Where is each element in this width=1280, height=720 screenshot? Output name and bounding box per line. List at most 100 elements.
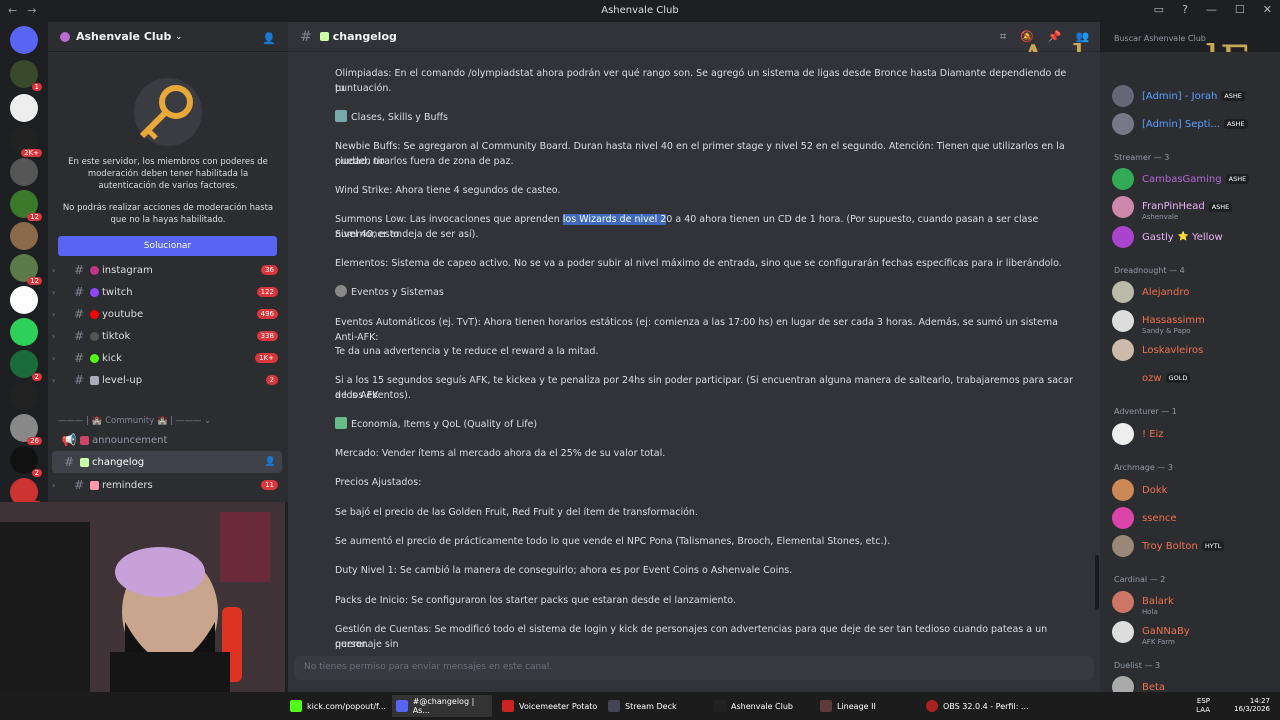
add-member-icon[interactable]: 👤: [265, 457, 276, 467]
member-item[interactable]: Troy Bolton HYTL: [1112, 533, 1277, 559]
section-heading: Clases, Skills y Buffs: [335, 110, 1075, 125]
stream-deck-icon: [608, 700, 620, 712]
member-item[interactable]: Gastly ⭐ Yellow: [1112, 224, 1277, 250]
help-icon[interactable]: ?: [1182, 3, 1188, 16]
hash-icon: #: [73, 263, 85, 277]
threads-icon[interactable]: ⌗: [1000, 30, 1006, 44]
member-item[interactable]: CambasGaming ASHE: [1112, 166, 1277, 192]
avatar: [1112, 85, 1134, 107]
avatar: [1112, 281, 1134, 303]
channel-level-up[interactable]: › # level-up 2: [52, 369, 282, 391]
server-icon[interactable]: [10, 318, 38, 346]
server-icon[interactable]: 1: [10, 60, 42, 91]
member-item[interactable]: ozw GOLD: [1112, 365, 1277, 391]
star-icon: ⭐: [1177, 232, 1189, 242]
message-line: de los eventos).: [335, 390, 411, 401]
avatar: [1112, 339, 1134, 361]
title-bar: ←→ Ashenvale Club ▭ ? — ☐ ✕: [0, 0, 1280, 22]
avatar: [1112, 310, 1134, 332]
message-line: Elementos: Sistema de capeo activo. No s…: [335, 258, 1062, 269]
channel-name: changelog: [332, 30, 397, 43]
chevron-right-icon: ›: [52, 309, 56, 319]
server-icon[interactable]: 12: [10, 254, 42, 285]
role-group-label: Duelist — 3: [1114, 661, 1161, 670]
mfa-notice-text: En este servidor, los miembros con poder…: [68, 157, 268, 191]
category-community[interactable]: ——— | 🏰 Community 🏰 | ——— ⌄: [58, 416, 211, 426]
message-line: Duty Nivel 1: Se cambió la manera de con…: [335, 565, 793, 576]
server-icon[interactable]: 2: [10, 350, 42, 381]
chevron-right-icon: ›: [52, 331, 56, 341]
key-icon: [134, 78, 202, 146]
chevron-right-icon: ›: [52, 353, 56, 363]
channel-reminders[interactable]: › # reminders 11: [52, 474, 282, 496]
server-header[interactable]: Ashenvale Club ⌄ 👤: [48, 22, 288, 52]
taskbar-item-discord[interactable]: #@changelog | As...: [392, 695, 492, 717]
taskbar-item-obs[interactable]: OBS 32.0.4 - Perfil: ...: [922, 695, 1032, 717]
member-item[interactable]: GaNNaBy AFK Farm: [1112, 619, 1277, 646]
add-member-icon[interactable]: 👤: [262, 32, 276, 45]
maximize-icon[interactable]: ☐: [1235, 3, 1245, 16]
server-icon[interactable]: 2: [10, 446, 42, 477]
channel-youtube[interactable]: › # youtube 496: [52, 303, 282, 325]
server-icon[interactable]: [10, 94, 38, 122]
minimize-icon[interactable]: —: [1206, 3, 1217, 16]
member-list: [Admin] - Jorah ASHE [Admin] Septi... AS…: [1100, 52, 1280, 692]
role-group-label: Streamer — 3: [1114, 153, 1170, 162]
taskbar-item-ashenvale[interactable]: Ashenvale Club: [710, 695, 810, 717]
channel-twitch[interactable]: › # twitch 122: [52, 281, 282, 303]
member-item[interactable]: Alejandro: [1112, 279, 1277, 305]
window-controls[interactable]: ▭ ? — ☐ ✕: [1154, 3, 1272, 16]
member-item[interactable]: FranPinHead ASHE Ashenvale: [1112, 194, 1277, 221]
channel-kick[interactable]: › # kick 1K+: [52, 347, 282, 369]
message-area: Olimpiadas: En el comando /olympiadstat …: [288, 52, 1100, 656]
member-item[interactable]: Beta: [1112, 674, 1277, 692]
taskbar-item-stream-deck[interactable]: Stream Deck: [604, 695, 704, 717]
channel-instagram[interactable]: › # instagram 36: [52, 259, 282, 281]
member-item[interactable]: Hassassimm Sandy & Papo: [1112, 308, 1277, 335]
avatar: [1112, 113, 1134, 135]
role-group-label: Dreadnought — 4: [1114, 266, 1185, 275]
server-icon[interactable]: 2K+: [10, 126, 42, 157]
taskbar-item-voicemeeter[interactable]: Voicemeeter Potato: [498, 695, 598, 717]
member-item[interactable]: ! Eiz: [1112, 421, 1277, 447]
member-item[interactable]: ssence: [1112, 505, 1277, 531]
channel-tiktok[interactable]: › # tiktok 338: [52, 325, 282, 347]
discord-home-icon[interactable]: [10, 26, 38, 54]
channel-announcement[interactable]: 📢 announcement: [52, 429, 282, 451]
avatar: [1112, 591, 1134, 613]
taskbar-item-kick[interactable]: kick.com/popout/f...: [286, 695, 386, 717]
member-item[interactable]: Dokk: [1112, 477, 1277, 503]
close-icon[interactable]: ✕: [1263, 3, 1272, 16]
server-icon[interactable]: 12: [10, 190, 42, 221]
channel-changelog[interactable]: # changelog 👤: [52, 451, 282, 473]
server-icon[interactable]: [10, 222, 38, 250]
server-icon[interactable]: 26: [10, 414, 42, 445]
changelog-icon: [319, 32, 329, 41]
member-item[interactable]: [Admin] Septi... ASHE: [1112, 111, 1277, 137]
chat-scrollbar[interactable]: [1095, 555, 1099, 610]
avatar: [1112, 621, 1134, 643]
server-icon[interactable]: [10, 382, 38, 410]
member-item[interactable]: Loskavleiros: [1112, 337, 1277, 363]
message-line: Packs de Inicio: Se configuraron los sta…: [335, 595, 736, 606]
message-line: Wind Strike: Ahora tiene 4 segundos de c…: [335, 185, 561, 196]
hash-icon: #: [300, 28, 312, 45]
message-line: Te da una advertencia y te reduce el rew…: [335, 346, 599, 357]
server-icon[interactable]: [10, 286, 38, 314]
inbox-icon[interactable]: ▭: [1154, 3, 1164, 16]
message-line: Se bajó el precio de las Golden Fruit, R…: [335, 507, 698, 518]
message-line: nivel 40, esto deja de ser así).: [335, 229, 479, 240]
member-item[interactable]: [Admin] - Jorah ASHE: [1112, 83, 1277, 109]
channel-sidebar: Ashenvale Club ⌄ 👤 En este servidor, los…: [48, 22, 288, 502]
window-title: Ashenvale Club: [601, 5, 679, 16]
member-item[interactable]: Balark Hola: [1112, 589, 1277, 616]
kick-icon: [290, 700, 302, 712]
avatar: [1112, 226, 1134, 248]
selected-text[interactable]: los Wizards de nivel 2: [562, 214, 667, 225]
message-input[interactable]: No tienes permiso para enviar mensajes e…: [294, 656, 1094, 680]
role-group-label: Archmage — 3: [1114, 463, 1173, 472]
server-icon[interactable]: [10, 158, 38, 186]
system-tray[interactable]: ESP LAA 14:27 16/3/2026: [1196, 697, 1270, 714]
taskbar-item-lineage[interactable]: Lineage II: [816, 695, 916, 717]
resolve-button[interactable]: Solucionar: [58, 236, 277, 256]
